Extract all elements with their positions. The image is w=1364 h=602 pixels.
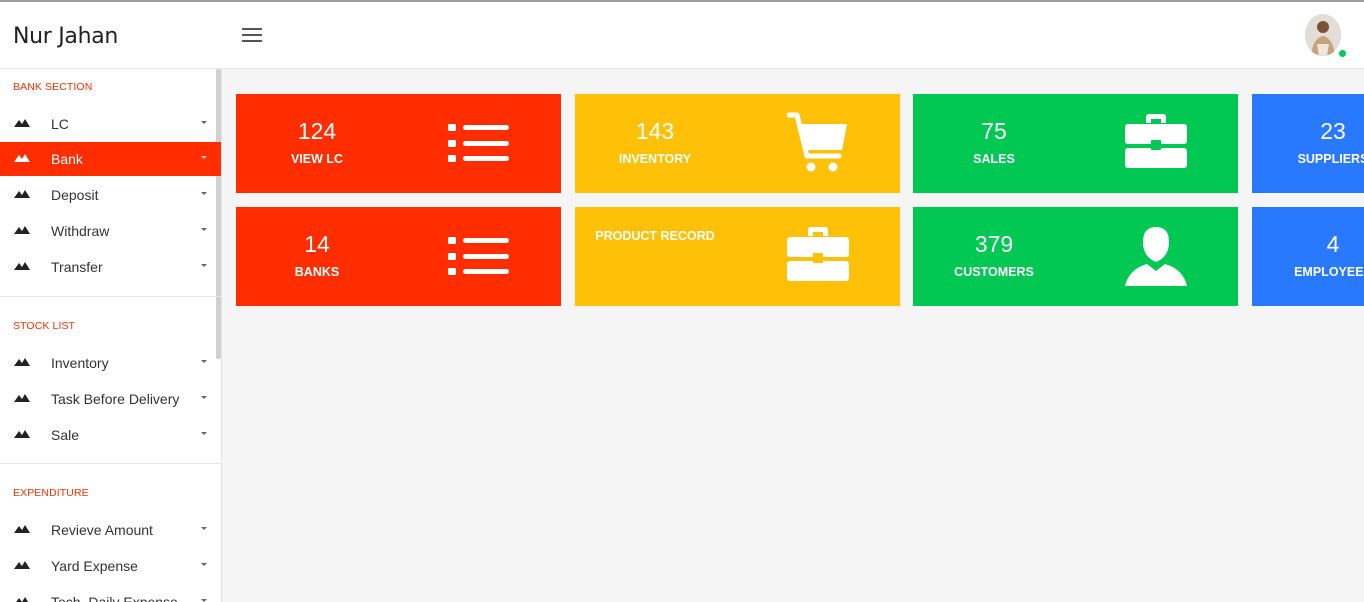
sidebar-item-task-before-delivery[interactable]: Task Before Delivery	[0, 382, 221, 416]
card-label: INVENTORY	[618, 152, 692, 166]
card-label: SALES	[973, 152, 1015, 166]
mountain-icon	[14, 190, 30, 198]
section-title-stock: STOCK LIST	[13, 320, 76, 332]
mountain-icon	[14, 561, 30, 569]
card-label: CUSTOMERS	[954, 265, 1034, 279]
card-value: 143	[635, 118, 675, 144]
sidebar-item-label: Sale	[51, 427, 80, 443]
sidebar-item-withdraw[interactable]: Withdraw	[0, 214, 221, 248]
sidebar: BANK SECTION LC Bank Deposit Withdraw Tr…	[0, 69, 222, 602]
brand-title: Nur Jahan	[13, 24, 119, 49]
card-inventory[interactable]: 143 INVENTORY	[575, 94, 900, 193]
card-value: 75	[981, 118, 1007, 144]
sidebar-item-tech-daily-expense[interactable]: Tech. Daily Expense	[0, 585, 221, 602]
section-title-bank: BANK SECTION	[13, 81, 93, 93]
briefcase-icon	[787, 227, 849, 281]
card-view-lc[interactable]: 124 VIEW LC	[236, 94, 561, 193]
caret-down-icon	[201, 192, 207, 195]
caret-down-icon	[201, 360, 207, 363]
sidebar-item-label: Task Before Delivery	[51, 391, 180, 407]
caret-down-icon	[201, 121, 207, 124]
sidebar-item-inventory[interactable]: Inventory	[0, 346, 221, 380]
mountain-icon	[14, 226, 30, 234]
mountain-icon	[14, 430, 30, 438]
top-header: Nur Jahan	[0, 2, 1364, 69]
sidebar-item-transfer[interactable]: Transfer	[0, 250, 221, 284]
mountain-icon	[14, 154, 30, 162]
list-icon	[448, 237, 509, 275]
sidebar-item-label: Deposit	[51, 187, 99, 203]
card-employees[interactable]: 4 EMPLOYEES	[1252, 207, 1364, 306]
mountain-icon	[14, 525, 30, 533]
card-value: 124	[297, 118, 337, 144]
sidebar-divider	[0, 463, 221, 464]
sidebar-item-revieve-amount[interactable]: Revieve Amount	[0, 513, 221, 547]
briefcase-icon	[1125, 114, 1187, 168]
card-product-record[interactable]: PRODUCT RECORD	[575, 207, 900, 306]
sidebar-item-label: Bank	[51, 151, 83, 167]
mountain-icon	[14, 394, 30, 402]
card-value: 14	[304, 231, 330, 257]
caret-down-icon	[201, 228, 207, 231]
card-value: 4	[1326, 231, 1340, 257]
card-value: 379	[974, 231, 1014, 257]
sidebar-item-yard-expense[interactable]: Yard Expense	[0, 549, 221, 583]
card-label: PRODUCT RECORD	[595, 229, 715, 243]
sidebar-item-label: LC	[51, 116, 69, 132]
user-avatar[interactable]	[1305, 14, 1341, 56]
sidebar-item-label: Revieve Amount	[51, 522, 153, 538]
sidebar-item-label: Withdraw	[51, 223, 110, 239]
caret-down-icon	[201, 396, 207, 399]
sidebar-item-label: Yard Expense	[51, 558, 138, 574]
sidebar-item-sale[interactable]: Sale	[0, 418, 221, 452]
user-icon	[1125, 227, 1187, 286]
caret-down-icon	[201, 156, 207, 159]
card-label: BANKS	[294, 265, 340, 279]
sidebar-item-bank[interactable]: Bank	[0, 142, 221, 176]
sidebar-item-deposit[interactable]: Deposit	[0, 178, 221, 212]
sidebar-item-lc[interactable]: LC	[0, 107, 221, 141]
card-label: VIEW LC	[290, 152, 344, 166]
online-status-dot	[1339, 50, 1346, 57]
section-title-expenditure: EXPENDITURE	[13, 487, 89, 499]
card-value: 23	[1320, 118, 1346, 144]
mountain-icon	[14, 358, 30, 366]
mountain-icon	[16, 597, 29, 602]
mountain-icon	[14, 262, 30, 270]
mountain-icon	[14, 119, 30, 127]
caret-down-icon	[201, 563, 207, 566]
sidebar-item-label: Tech. Daily Expense	[51, 594, 178, 602]
sidebar-divider	[0, 296, 221, 297]
caret-down-icon	[201, 264, 207, 267]
card-label: EMPLOYEES	[1294, 265, 1364, 279]
sidebar-item-label: Transfer	[51, 259, 103, 275]
caret-down-icon	[201, 527, 207, 530]
sidebar-item-label: Inventory	[51, 355, 109, 371]
card-sales[interactable]: 75 SALES	[913, 94, 1238, 193]
hamburger-icon[interactable]	[242, 28, 262, 42]
card-label: SUPPLIERS	[1297, 152, 1364, 166]
card-banks[interactable]: 14 BANKS	[236, 207, 561, 306]
list-icon	[448, 124, 509, 162]
card-suppliers[interactable]: 23 SUPPLIERS	[1252, 94, 1364, 193]
caret-down-icon	[201, 432, 207, 435]
cart-icon	[787, 112, 847, 172]
card-customers[interactable]: 379 CUSTOMERS	[913, 207, 1238, 306]
